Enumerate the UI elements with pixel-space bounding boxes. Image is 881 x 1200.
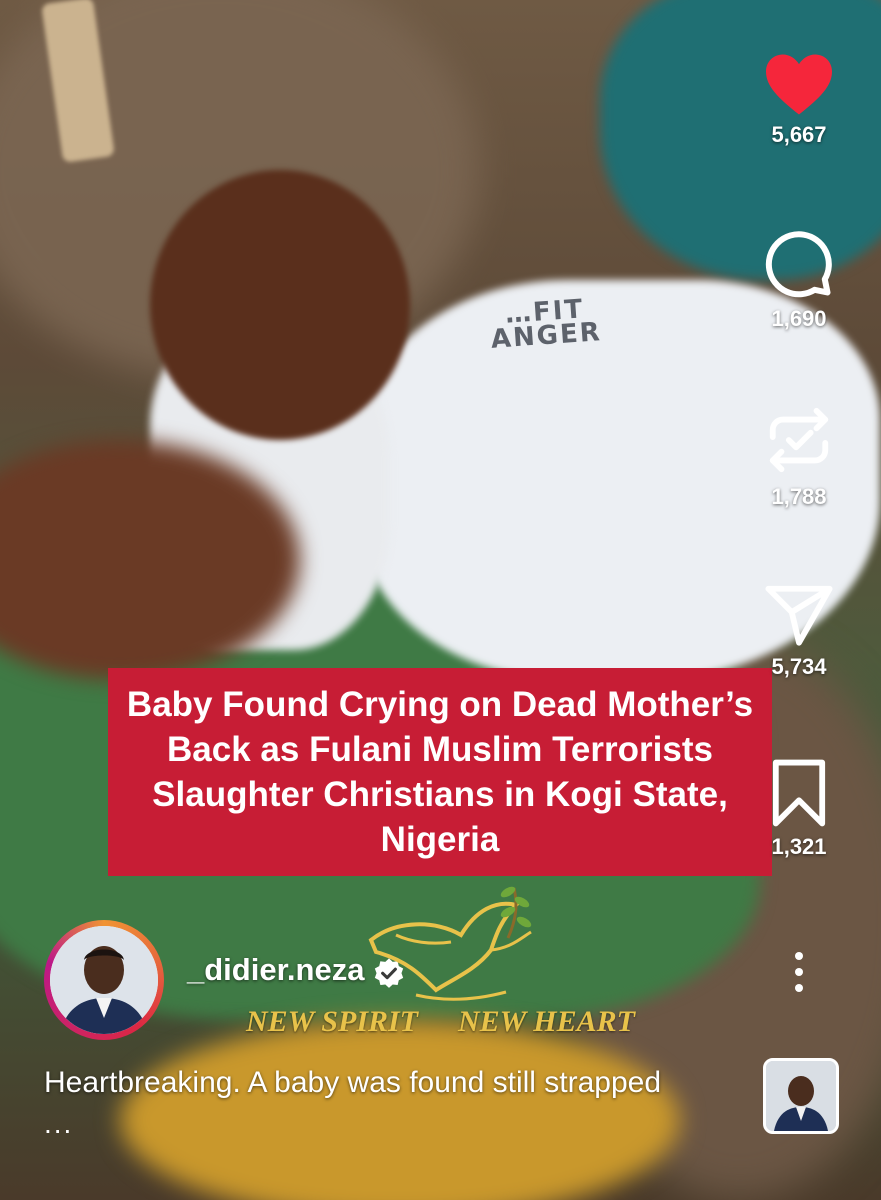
share-button[interactable]: 5,734 xyxy=(737,582,861,680)
watermark: NEW SPIRIT NEW HEART xyxy=(246,880,646,1050)
comment-count: 1,690 xyxy=(771,306,827,331)
repost-icon xyxy=(769,407,829,473)
vertical-ellipsis-icon xyxy=(786,952,812,992)
save-button[interactable]: 1,321 xyxy=(737,758,861,860)
watermark-right-text: NEW HEART xyxy=(458,1005,635,1038)
like-count: 5,667 xyxy=(771,122,827,147)
post-caption[interactable]: Heartbreaking. A baby was found still st… xyxy=(44,1066,661,1100)
profile-photo xyxy=(50,926,158,1034)
save-count: 1,321 xyxy=(771,834,827,859)
watermark-left-text: NEW SPIRIT xyxy=(246,1005,419,1038)
comment-bubble-icon xyxy=(765,231,832,298)
send-icon xyxy=(765,585,833,646)
like-button[interactable]: 5,667 xyxy=(737,50,861,148)
bookmark-icon xyxy=(772,759,826,827)
reel-video[interactable]: …FIT ANGER Baby Found Crying on Dead Mot… xyxy=(0,0,881,1200)
more-options-button[interactable] xyxy=(786,948,812,996)
heart-filled-icon xyxy=(766,54,832,115)
avatar xyxy=(766,1061,836,1131)
comment-button[interactable]: 1,690 xyxy=(737,228,861,332)
repost-count: 1,788 xyxy=(771,484,827,509)
repost-button[interactable]: 1,788 xyxy=(737,402,861,510)
dove-with-olive-branch-icon xyxy=(368,886,532,1001)
headline-banner: Baby Found Crying on Dead Mother’s Back … xyxy=(108,668,772,876)
share-count: 5,734 xyxy=(771,654,827,679)
avatar xyxy=(50,926,158,1034)
video-background xyxy=(150,170,410,440)
caption-more-button[interactable]: ... xyxy=(44,1108,73,1140)
profile-avatar-story-ring[interactable] xyxy=(44,920,164,1040)
shirt-print-text: …FIT ANGER xyxy=(489,294,603,355)
original-audio-thumbnail[interactable] xyxy=(763,1058,839,1134)
headline-text: Baby Found Crying on Dead Mother’s Back … xyxy=(126,685,754,859)
